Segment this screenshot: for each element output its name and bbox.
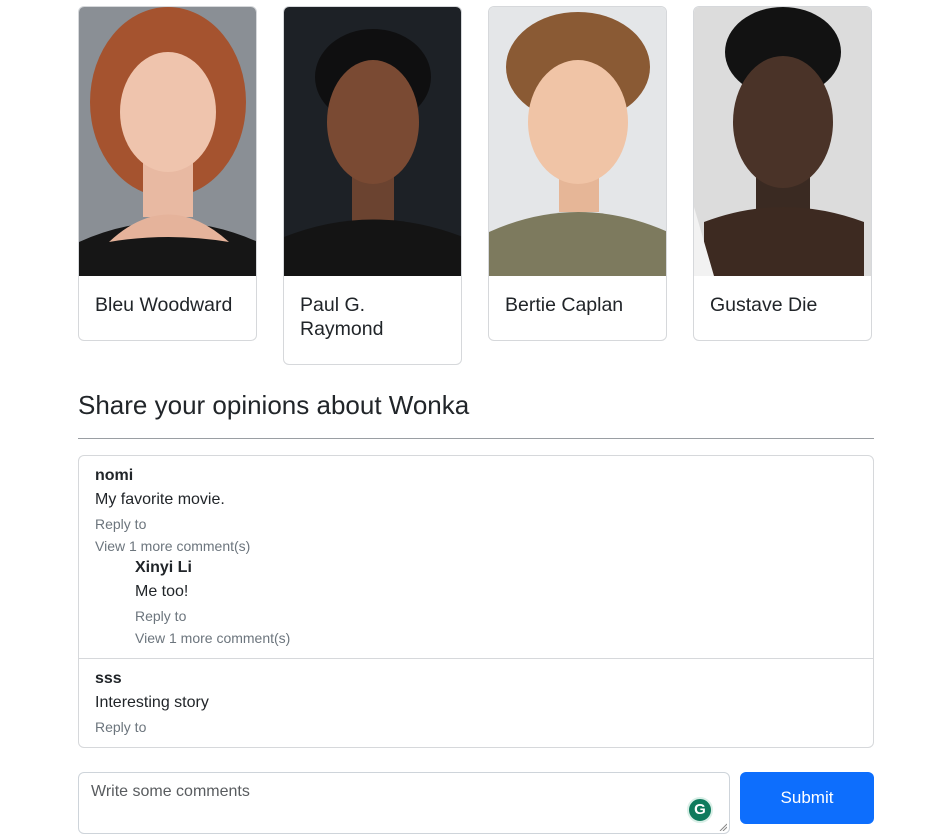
actor-name[interactable]: Bleu Woodward bbox=[79, 276, 256, 317]
comment-text: Me too! bbox=[135, 583, 189, 600]
comment-item: nomi My favorite movie. Reply to View 1 … bbox=[95, 465, 290, 649]
grammarly-icon[interactable]: G bbox=[687, 797, 713, 823]
submit-button[interactable]: Submit bbox=[740, 772, 874, 824]
cast-card-bleu-woodward[interactable]: Bleu Woodward bbox=[78, 6, 257, 341]
reply-link[interactable]: Reply to bbox=[95, 716, 209, 738]
comments-section-heading: Share your opinions about Wonka bbox=[78, 390, 470, 420]
actor-name[interactable]: Paul G. Raymond bbox=[284, 276, 461, 341]
actor-name[interactable]: Bertie Caplan bbox=[489, 276, 666, 317]
comment-separator bbox=[79, 658, 873, 659]
actor-photo bbox=[79, 7, 256, 276]
nested-comment: Xinyi Li Me too! Reply to View 1 more co… bbox=[135, 557, 290, 649]
comment-input[interactable]: Write some comments G bbox=[78, 772, 730, 834]
cast-card-bertie-caplan[interactable]: Bertie Caplan bbox=[488, 6, 667, 341]
comment-author: nomi bbox=[95, 467, 134, 484]
comment-input-placeholder: Write some comments bbox=[91, 783, 250, 800]
cast-card-paul-g-raymond[interactable]: Paul G. Raymond bbox=[283, 6, 462, 365]
reply-link[interactable]: Reply to bbox=[95, 513, 290, 535]
actor-photo bbox=[489, 7, 666, 276]
actor-portrait-image bbox=[79, 7, 256, 276]
actor-portrait-image bbox=[489, 7, 666, 276]
resize-handle-icon[interactable] bbox=[719, 823, 727, 831]
view-more-comments-link[interactable]: View 1 more comment(s) bbox=[135, 627, 290, 649]
actor-portrait-image bbox=[694, 7, 871, 276]
reply-link[interactable]: Reply to bbox=[135, 605, 290, 627]
actor-name[interactable]: Gustave Die bbox=[694, 276, 871, 317]
comment-text: My favorite movie. bbox=[95, 491, 225, 508]
section-divider bbox=[78, 438, 874, 439]
comments-list: nomi My favorite movie. Reply to View 1 … bbox=[78, 455, 874, 748]
cast-card-gustave-die[interactable]: Gustave Die bbox=[693, 6, 872, 341]
actor-portrait-image bbox=[284, 7, 461, 276]
comment-item: sss Interesting story Reply to bbox=[95, 668, 209, 738]
view-more-comments-link[interactable]: View 1 more comment(s) bbox=[95, 535, 290, 557]
comment-author: Xinyi Li bbox=[135, 559, 192, 576]
comment-author: sss bbox=[95, 670, 122, 687]
actor-photo bbox=[694, 7, 871, 276]
actor-photo bbox=[284, 7, 461, 276]
comment-text: Interesting story bbox=[95, 694, 209, 711]
